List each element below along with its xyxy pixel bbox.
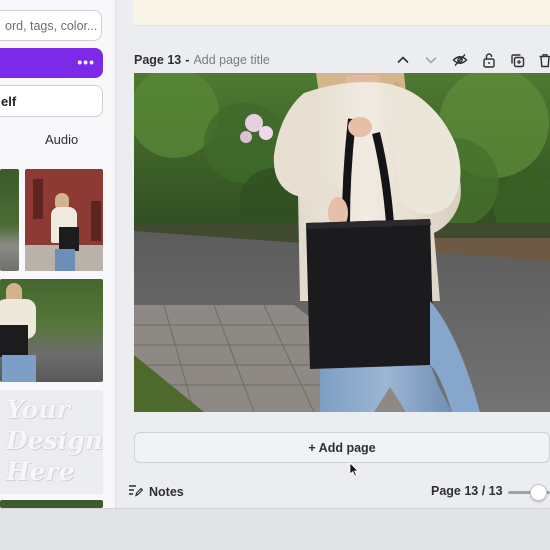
bottom-bar (0, 508, 550, 550)
add-page-label: + Add page (308, 440, 376, 455)
search-placeholder: ord, tags, color... (5, 18, 98, 33)
previous-page-edge (133, 0, 550, 26)
watermark-text: Your Design Here (6, 395, 103, 486)
page-header: Page 13 - Add page title (134, 50, 270, 70)
trash-icon[interactable] (535, 50, 550, 70)
design-canvas[interactable] (134, 73, 550, 412)
notes-icon (128, 484, 144, 500)
tote-bag-photo (134, 73, 550, 412)
more-options-icon[interactable]: ••• (77, 54, 95, 70)
page-number: Page 13 (134, 53, 182, 67)
search-input[interactable]: ord, tags, color... (0, 10, 102, 41)
zoom-slider-handle[interactable] (530, 484, 547, 501)
add-page-button[interactable]: + Add page (134, 432, 550, 463)
page-indicator[interactable]: Page 13 / 13 (431, 484, 503, 498)
notes-label: Notes (149, 485, 184, 499)
page-title-input[interactable]: Add page title (193, 53, 269, 67)
chevron-up-icon[interactable] (393, 50, 413, 70)
watermark-thumbnail[interactable]: Your Design Here (0, 390, 103, 494)
tag-filter-label: elf (1, 93, 17, 109)
chevron-down-icon[interactable] (421, 50, 441, 70)
template-thumbnail[interactable] (0, 279, 103, 382)
template-thumbnail[interactable] (25, 169, 103, 271)
hide-icon[interactable] (450, 50, 470, 70)
notes-button[interactable]: Notes (128, 483, 184, 501)
page-title-separator: - (185, 53, 190, 67)
purple-action-button[interactable]: ••• (0, 48, 103, 78)
side-panel: ord, tags, color... ••• elf Audio Your D… (0, 0, 116, 508)
template-thumbnail[interactable] (0, 500, 103, 508)
template-thumbnail[interactable] (0, 169, 19, 271)
duplicate-icon[interactable] (507, 50, 527, 70)
lock-icon[interactable] (479, 50, 499, 70)
tag-filter-button[interactable]: elf (0, 85, 103, 117)
tab-audio[interactable]: Audio (45, 132, 78, 147)
